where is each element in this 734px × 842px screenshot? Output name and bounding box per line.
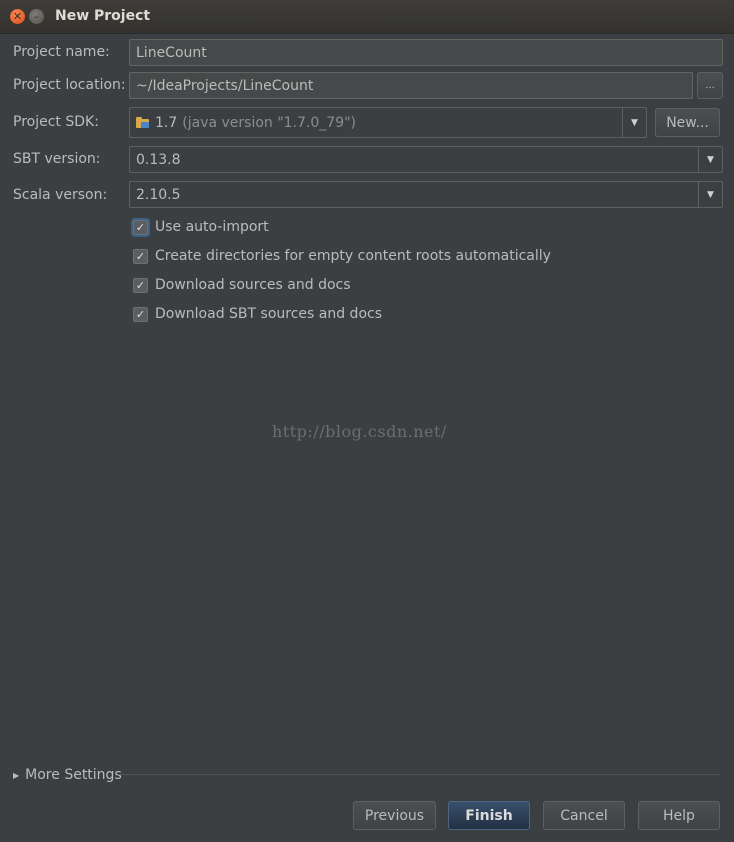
separator xyxy=(118,774,720,775)
project-location-field[interactable]: ~/IdeaProjects/LineCount xyxy=(129,72,693,99)
sbt-version-label: SBT version: xyxy=(13,151,101,167)
sdk-version: 1.7 xyxy=(155,114,178,131)
sbt-version-value: 0.13.8 xyxy=(136,151,181,168)
chevron-down-icon[interactable]: ▼ xyxy=(698,182,722,207)
watermark: http://blog.csdn.net/ xyxy=(272,422,447,441)
download-sources-checkbox[interactable]: ✓ Download sources and docs xyxy=(133,277,351,293)
checkbox-label: Use auto-import xyxy=(155,219,269,235)
title-bar: ✕ – New Project xyxy=(0,0,734,34)
project-sdk-label: Project SDK: xyxy=(13,114,99,130)
checkmark-icon[interactable]: ✓ xyxy=(133,277,148,293)
checkmark-icon[interactable]: ✓ xyxy=(133,219,148,235)
project-location-label: Project location: xyxy=(13,77,126,93)
help-button[interactable]: Help xyxy=(638,801,720,830)
sbt-version-dropdown[interactable]: 0.13.8 ▼ xyxy=(129,146,723,173)
checkmark-icon[interactable]: ✓ xyxy=(133,248,148,264)
project-sdk-dropdown[interactable]: 1.7 (java version "1.7.0_79") ▼ xyxy=(129,107,647,138)
window-title: New Project xyxy=(55,8,151,24)
browse-button[interactable]: ... xyxy=(697,72,723,99)
scala-version-dropdown[interactable]: 2.10.5 ▼ xyxy=(129,181,723,208)
sdk-detail: (java version "1.7.0_79") xyxy=(182,114,357,131)
download-sbt-sources-checkbox[interactable]: ✓ Download SBT sources and docs xyxy=(133,306,382,322)
checkbox-label: Download sources and docs xyxy=(155,277,351,293)
scala-version-value: 2.10.5 xyxy=(136,186,181,203)
cancel-button[interactable]: Cancel xyxy=(543,801,625,830)
chevron-down-icon[interactable]: ▼ xyxy=(622,108,646,137)
new-sdk-button[interactable]: New... xyxy=(655,108,720,137)
use-auto-import-checkbox[interactable]: ✓ Use auto-import xyxy=(133,219,269,235)
chevron-down-icon[interactable]: ▼ xyxy=(698,147,722,172)
previous-button[interactable]: Previous xyxy=(353,801,436,830)
project-name-label: Project name: xyxy=(13,44,110,60)
checkmark-icon[interactable]: ✓ xyxy=(133,306,148,322)
create-directories-checkbox[interactable]: ✓ Create directories for empty content r… xyxy=(133,248,551,264)
minimize-icon[interactable]: – xyxy=(29,9,44,24)
checkbox-label: Download SBT sources and docs xyxy=(155,306,383,322)
more-settings-label: More Settings xyxy=(25,767,122,783)
folder-icon xyxy=(136,117,150,128)
close-icon[interactable]: ✕ xyxy=(10,9,25,24)
checkbox-label: Create directories for empty content roo… xyxy=(155,248,551,264)
triangle-right-icon: ▶ xyxy=(13,770,20,780)
finish-button[interactable]: Finish xyxy=(448,801,530,830)
project-name-field[interactable]: LineCount xyxy=(129,39,723,66)
more-settings-toggle[interactable]: ▶ More Settings xyxy=(13,767,122,783)
scala-version-label: Scala verson: xyxy=(13,187,108,203)
